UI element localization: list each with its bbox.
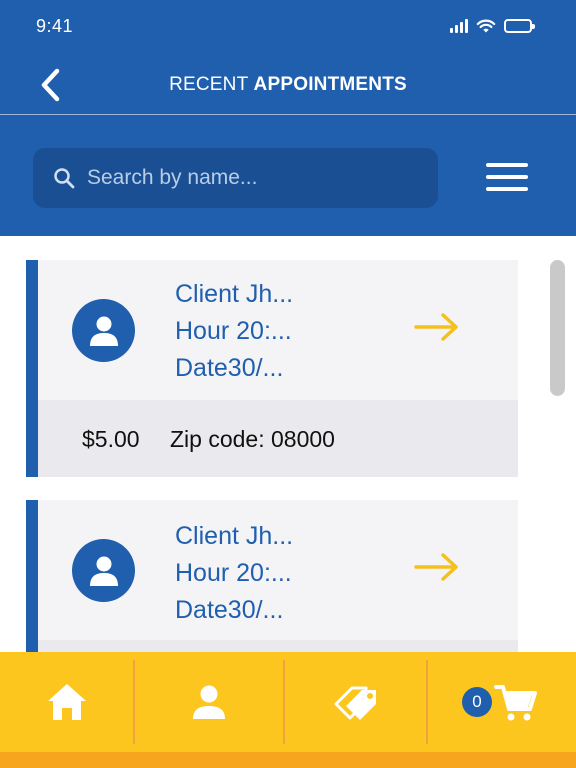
cart-wrap: 0 bbox=[462, 677, 542, 727]
tab-cart[interactable]: 0 bbox=[428, 652, 576, 752]
avatar bbox=[72, 539, 135, 602]
appointment-info: Client Jh... Hour 20:... Date30/... bbox=[175, 276, 293, 387]
client-name: Client Jh... bbox=[175, 522, 294, 550]
status-bar: 9:41 bbox=[0, 0, 576, 54]
tab-bar: 0 bbox=[0, 652, 576, 752]
header: 9:41 RECENT APPOINTMENTS bbox=[0, 0, 576, 236]
menu-button[interactable] bbox=[486, 163, 528, 191]
menu-icon-line bbox=[486, 187, 528, 191]
client-name: Client Jh... bbox=[175, 280, 294, 308]
avatar-icon bbox=[89, 316, 118, 346]
tab-profile[interactable] bbox=[135, 652, 283, 752]
appointment-hour: Hour 20:... bbox=[175, 559, 292, 587]
card-details: $5.00 Zip code: 08000 bbox=[38, 400, 518, 477]
menu-icon-line bbox=[486, 175, 528, 179]
card-top: Client Jh... Hour 20:... Date30/... bbox=[38, 500, 518, 640]
bottom-strip bbox=[0, 752, 576, 768]
signal-icon bbox=[450, 19, 468, 33]
avatar bbox=[72, 299, 135, 362]
appointment-hour: Hour 20:... bbox=[175, 317, 292, 345]
search-box[interactable] bbox=[33, 148, 438, 208]
nav-bar: RECENT APPOINTMENTS bbox=[0, 54, 576, 115]
card-accent-bar bbox=[26, 260, 38, 477]
appointment-list[interactable]: Client Jh... Hour 20:... Date30/... $5.0… bbox=[0, 236, 576, 652]
appointment-date: Date30/... bbox=[175, 596, 284, 624]
status-time: 9:41 bbox=[36, 16, 74, 36]
tab-offers[interactable] bbox=[285, 652, 426, 752]
appointment-info: Client Jh... Hour 20:... Date30/... bbox=[175, 518, 293, 629]
arrow-right-icon bbox=[414, 313, 458, 341]
card-accent-bar bbox=[26, 500, 38, 652]
arrow-right-icon bbox=[414, 553, 458, 581]
scrollbar[interactable] bbox=[550, 260, 565, 396]
appointment-card[interactable]: Client Jh... Hour 20:... Date30/... bbox=[26, 500, 518, 652]
appointment-card[interactable]: Client Jh... Hour 20:... Date30/... $5.0… bbox=[26, 260, 518, 477]
search-input[interactable] bbox=[87, 166, 407, 190]
card-details bbox=[38, 640, 518, 652]
appointment-zip: Zip code: 08000 bbox=[170, 426, 335, 452]
wifi-icon bbox=[476, 19, 496, 33]
page-title-light: RECENT bbox=[169, 74, 254, 95]
menu-icon-line bbox=[486, 163, 528, 167]
status-icons bbox=[450, 18, 535, 34]
card-top: Client Jh... Hour 20:... Date30/... bbox=[38, 260, 518, 400]
page-title-bold: APPOINTMENTS bbox=[253, 74, 407, 95]
cart-icon bbox=[494, 685, 537, 721]
search-icon bbox=[54, 168, 75, 189]
open-appointment-button[interactable] bbox=[414, 312, 460, 347]
page-title: RECENT APPOINTMENTS bbox=[0, 74, 576, 96]
avatar-icon bbox=[89, 556, 118, 586]
appointment-price: $5.00 bbox=[82, 426, 140, 452]
appointment-date: Date30/... bbox=[175, 354, 284, 382]
home-icon bbox=[47, 684, 86, 720]
tag-icon bbox=[334, 686, 376, 720]
battery-icon bbox=[504, 19, 535, 33]
tab-home[interactable] bbox=[0, 652, 133, 752]
cart-count-badge: 0 bbox=[462, 687, 492, 717]
open-appointment-button[interactable] bbox=[414, 552, 460, 587]
user-icon bbox=[193, 685, 225, 719]
